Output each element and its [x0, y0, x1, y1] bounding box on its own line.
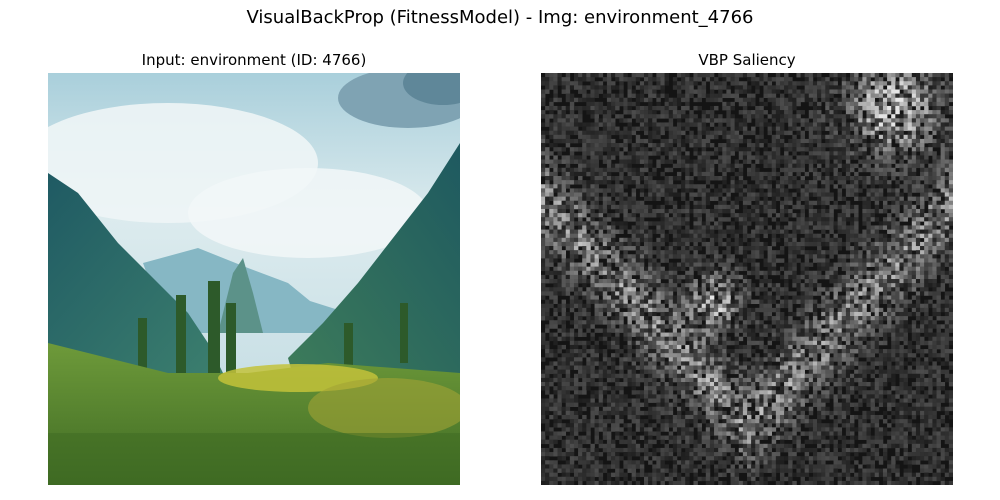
figure-title: VisualBackProp (FitnessModel) - Img: env… [246, 7, 754, 28]
saliency-map-title: VBP Saliency [698, 51, 796, 69]
input-image-title: Input: environment (ID: 4766) [141, 51, 367, 69]
saliency-map-image [541, 73, 953, 485]
input-landscape-image [48, 73, 460, 485]
